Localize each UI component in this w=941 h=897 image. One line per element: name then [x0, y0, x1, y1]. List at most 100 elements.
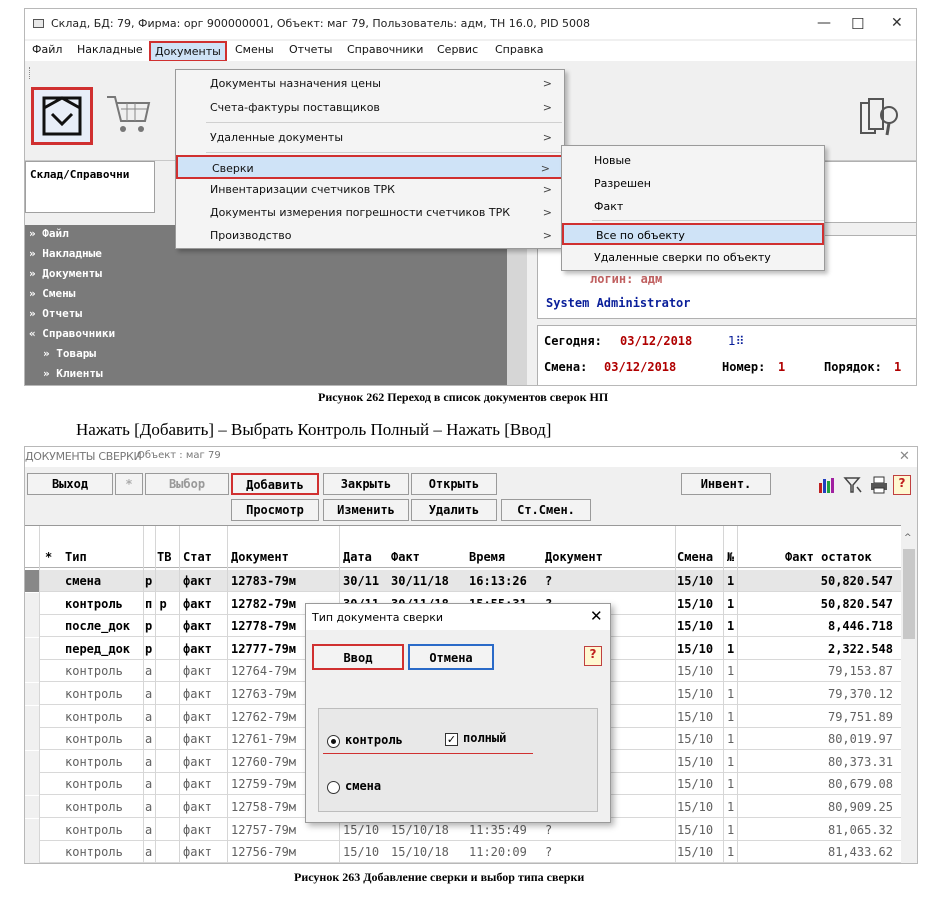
nav-item-shifts[interactable]: » Смены: [29, 287, 75, 300]
calendar-icon[interactable]: 1⠿: [728, 334, 744, 348]
row-selector[interactable]: [25, 796, 39, 818]
printer-icon[interactable]: [869, 475, 889, 495]
row-selector[interactable]: [25, 841, 39, 863]
enter-button[interactable]: Ввод: [312, 644, 404, 670]
col-status[interactable]: Стат: [183, 550, 212, 564]
cart-icon[interactable]: [103, 89, 153, 139]
col-document[interactable]: Документ: [231, 550, 289, 564]
cancel-button[interactable]: Отмена: [408, 644, 494, 670]
menu-documents[interactable]: Документы: [149, 41, 227, 62]
cell-num: 1: [727, 777, 735, 792]
checkbox-full[interactable]: ✓: [445, 733, 458, 746]
col-document-2[interactable]: Документ: [545, 550, 603, 564]
col-fact[interactable]: Факт: [391, 550, 420, 564]
minimize-button[interactable]: —: [817, 15, 831, 31]
col-time[interactable]: Время: [469, 550, 505, 564]
menu-help[interactable]: Справка: [495, 43, 543, 56]
figure-263-screenshot: ДОКУМЕНТЫ СВЕРКИ Объект : маг 79 ✕ Выход…: [24, 446, 918, 864]
row-selector[interactable]: [25, 728, 39, 751]
nav-item-goods[interactable]: » Товары: [43, 347, 96, 360]
cell-doc: 12761-79м: [231, 732, 297, 747]
nav-scrollbar[interactable]: [507, 225, 527, 385]
row-selector[interactable]: [25, 773, 39, 796]
col-shift[interactable]: Смена: [677, 550, 713, 564]
cell-stat: факт: [183, 596, 212, 611]
dd-item-production[interactable]: Производство >: [176, 224, 564, 248]
view-button[interactable]: Просмотр: [231, 499, 319, 521]
col-date[interactable]: Дата: [343, 550, 372, 564]
inventory-button[interactable]: Инвент.: [681, 473, 771, 495]
cell-doc: 12764-79м: [231, 664, 297, 679]
dd-item-price-docs[interactable]: Документы назначения цены >: [176, 72, 564, 96]
old-shift-button[interactable]: Ст.Смен.: [501, 499, 591, 521]
document-search-icon[interactable]: [857, 97, 903, 139]
nav-item-reports[interactable]: » Отчеты: [29, 307, 82, 320]
nav-item-directories[interactable]: « Справочники: [29, 327, 115, 340]
menu-shifts[interactable]: Смены: [235, 43, 274, 56]
menu-invoices[interactable]: Накладные: [77, 43, 143, 56]
col-type[interactable]: Тип: [65, 550, 87, 564]
row-selector[interactable]: [25, 705, 39, 728]
maximize-button[interactable]: ☐: [851, 15, 864, 33]
delete-button[interactable]: Удалить: [411, 499, 497, 521]
select-button[interactable]: Выбор: [145, 473, 229, 495]
sub-item-all-by-object[interactable]: Все по объекту: [562, 223, 824, 245]
close-button[interactable]: ✕: [899, 449, 910, 464]
cell-stat: факт: [183, 754, 212, 769]
menu-service[interactable]: Сервис: [437, 43, 478, 56]
row-selector[interactable]: [25, 660, 39, 683]
row-selector[interactable]: [25, 818, 39, 841]
row-selector[interactable]: [25, 750, 39, 773]
dialog-close-icon[interactable]: ✕: [590, 607, 603, 625]
sub-item-allowed[interactable]: Разрешен: [562, 173, 824, 195]
row-selector[interactable]: [25, 683, 39, 705]
radio-control[interactable]: [327, 735, 340, 748]
table-row[interactable]: контроль а факт 12756-79м 15/10 15/10/18 11:20…: [25, 841, 901, 863]
dialog-titlebar: Тип документа сверки ✕: [306, 604, 610, 630]
row-selector[interactable]: [25, 637, 39, 660]
dd-item-meter-inventory[interactable]: Инвентаризации счетчиков ТРК >: [176, 178, 564, 202]
menu-reports[interactable]: Отчеты: [289, 43, 332, 56]
dd-item-meter-error-docs[interactable]: Документы измерения погрешности счетчико…: [176, 201, 564, 225]
row-selector[interactable]: [25, 570, 39, 592]
col-star: *: [45, 550, 53, 564]
close-button[interactable]: ✕: [891, 15, 903, 31]
add-button[interactable]: Добавить: [231, 473, 319, 495]
nav-item-file[interactable]: » Файл: [29, 227, 69, 240]
row-selector[interactable]: [25, 615, 39, 638]
warehouse-box-icon[interactable]: [31, 87, 93, 145]
scroll-thumb[interactable]: [903, 549, 915, 639]
dialog-help-icon[interactable]: ?: [584, 646, 602, 666]
sub-item-new[interactable]: Новые: [562, 150, 824, 172]
close-doc-button[interactable]: Закрыть: [323, 473, 409, 495]
radio-shift[interactable]: [327, 781, 340, 794]
nav-item-documents[interactable]: » Документы: [29, 267, 102, 280]
col-fact-rest[interactable]: Факт остаток: [785, 550, 872, 564]
chevron-right-icon: >: [542, 229, 552, 242]
dd-item-deleted-docs[interactable]: Удаленные документы >: [176, 126, 564, 150]
exit-button[interactable]: Выход: [27, 473, 113, 495]
edit-button[interactable]: Изменить: [323, 499, 409, 521]
scroll-up-icon[interactable]: ^: [904, 533, 912, 543]
bar-chart-icon[interactable]: [817, 475, 837, 495]
sub-item-deleted-by-object[interactable]: Удаленные сверки по объекту: [562, 247, 824, 269]
dd-separator: [206, 122, 562, 123]
table-scrollbar[interactable]: ^: [901, 525, 917, 863]
cell-rest: 81,065.32: [827, 822, 893, 837]
nav-item-invoices[interactable]: » Накладные: [29, 247, 102, 260]
col-number[interactable]: №: [727, 550, 734, 564]
open-button[interactable]: Открыть: [411, 473, 497, 495]
nav-item-clients[interactable]: » Клиенты: [43, 367, 103, 380]
row-selector[interactable]: [25, 592, 39, 615]
help-icon[interactable]: ?: [893, 475, 911, 495]
col-tv[interactable]: ТВ: [157, 550, 171, 564]
dd-item-supplier-invoices[interactable]: Счета-фактуры поставщиков >: [176, 96, 564, 120]
sub-item-fact[interactable]: Факт: [562, 196, 824, 218]
cell-stat: факт: [183, 709, 212, 724]
star-button[interactable]: *: [115, 473, 143, 495]
table-row[interactable]: смена р факт 12783-79м 30/11 30/11/18 16:13:26…: [25, 570, 901, 592]
menu-file[interactable]: Файл: [32, 43, 62, 56]
menu-directories[interactable]: Справочники: [347, 43, 423, 56]
filter-icon[interactable]: [843, 475, 863, 495]
dd-item-reconciliations[interactable]: Сверки >: [176, 155, 564, 179]
